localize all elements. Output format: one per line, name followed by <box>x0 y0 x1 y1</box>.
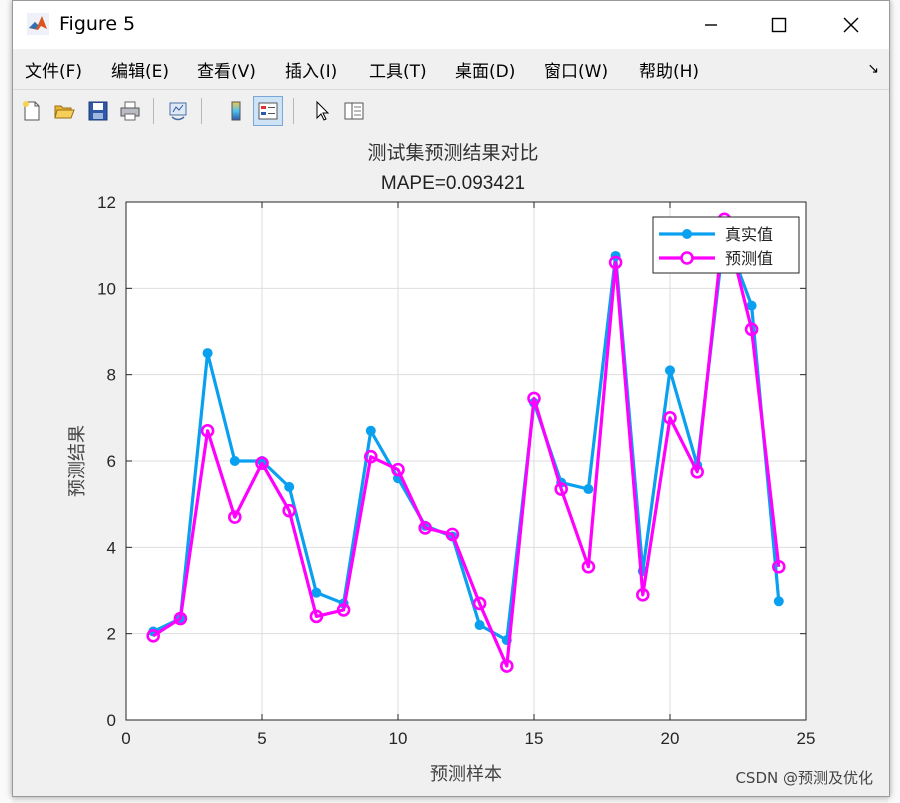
legend: 真实值预测值 <box>652 216 800 274</box>
toolbar <box>13 89 889 133</box>
colorbar-icon[interactable] <box>221 96 251 126</box>
data-point-1 <box>284 481 295 492</box>
y-axis-label: 预测结果 <box>67 425 88 497</box>
x-tick-label: 5 <box>257 729 266 748</box>
print-icon[interactable] <box>115 96 145 126</box>
y-tick-label: 2 <box>107 625 116 644</box>
legend-icon[interactable] <box>253 96 283 126</box>
y-tick-label: 8 <box>107 366 116 385</box>
menu-tools[interactable]: 工具(T) <box>369 57 427 82</box>
menu-edit[interactable]: 编辑(E) <box>111 57 169 82</box>
open-file-icon[interactable] <box>49 96 79 126</box>
data-point-1 <box>583 484 594 495</box>
x-tick-label: 15 <box>525 729 544 748</box>
minimize-button[interactable] <box>689 7 733 43</box>
chart-title: 测试集预测结果对比 <box>367 142 538 164</box>
chart-subtitle: MAPE=0.093421 <box>381 173 525 194</box>
figure-window: Figure 5 文件(F) 编辑(E) 查看(V) 插入(I) 工具(T) 桌… <box>12 0 890 797</box>
x-tick-label: 25 <box>797 729 816 748</box>
menu-bar: 文件(F) 编辑(E) 查看(V) 插入(I) 工具(T) 桌面(D) 窗口(W… <box>13 49 889 89</box>
legend-marker <box>680 251 694 265</box>
pointer-icon[interactable] <box>307 96 337 126</box>
property-inspector-icon[interactable] <box>339 96 369 126</box>
save-icon[interactable] <box>83 96 113 126</box>
data-point-1 <box>665 365 675 376</box>
y-tick-label: 6 <box>107 452 116 471</box>
toolbar-separator <box>293 98 294 124</box>
menu-file[interactable]: 文件(F) <box>25 57 82 82</box>
data-point-1 <box>202 348 213 359</box>
menu-view[interactable]: 查看(V) <box>197 57 256 82</box>
toolbar-separator <box>153 98 154 124</box>
line-chart[interactable]: 测试集预测结果对比 MAPE=0.093421 0 5 10 15 20 25 0 2 4 6 8 1… <box>13 132 889 796</box>
link-plot-icon[interactable] <box>163 96 193 126</box>
y-tick-label: 12 <box>97 193 116 212</box>
plot-area: 0 5 10 15 20 25 0 2 4 6 8 10 12 真实值预测值 <box>97 193 815 748</box>
y-tick-label: 10 <box>97 279 116 298</box>
data-point-1 <box>474 620 485 631</box>
title-bar: Figure 5 <box>13 1 889 49</box>
legend-marker <box>682 229 692 239</box>
close-button[interactable] <box>829 7 873 43</box>
window-title: Figure 5 <box>59 13 136 35</box>
toolbar-separator <box>201 98 202 124</box>
data-point-1 <box>229 456 240 466</box>
data-point-1 <box>773 596 784 607</box>
y-tick-label: 0 <box>107 711 116 730</box>
legend-label: 预测值 <box>725 249 773 268</box>
data-point-1 <box>365 425 376 436</box>
x-tick-label: 20 <box>661 729 680 748</box>
x-tick-label: 0 <box>121 729 130 748</box>
menu-help[interactable]: 帮助(H) <box>639 57 699 82</box>
maximize-button[interactable] <box>757 7 801 43</box>
menu-insert[interactable]: 插入(I) <box>285 57 337 82</box>
data-point-1 <box>311 587 322 598</box>
watermark: CSDN @预测及优化 <box>735 769 873 787</box>
y-tick-label: 4 <box>107 538 116 557</box>
legend-label: 真实值 <box>725 225 773 244</box>
dock-arrow-icon[interactable]: ↘ <box>867 61 879 77</box>
background-editor-left <box>0 0 12 803</box>
new-figure-icon[interactable] <box>17 96 47 126</box>
x-axis-label: 预测样本 <box>430 764 502 785</box>
menu-desktop[interactable]: 桌面(D) <box>455 57 515 82</box>
matlab-logo-icon <box>27 13 49 35</box>
menu-window[interactable]: 窗口(W) <box>544 57 608 82</box>
x-tick-label: 10 <box>389 729 408 748</box>
